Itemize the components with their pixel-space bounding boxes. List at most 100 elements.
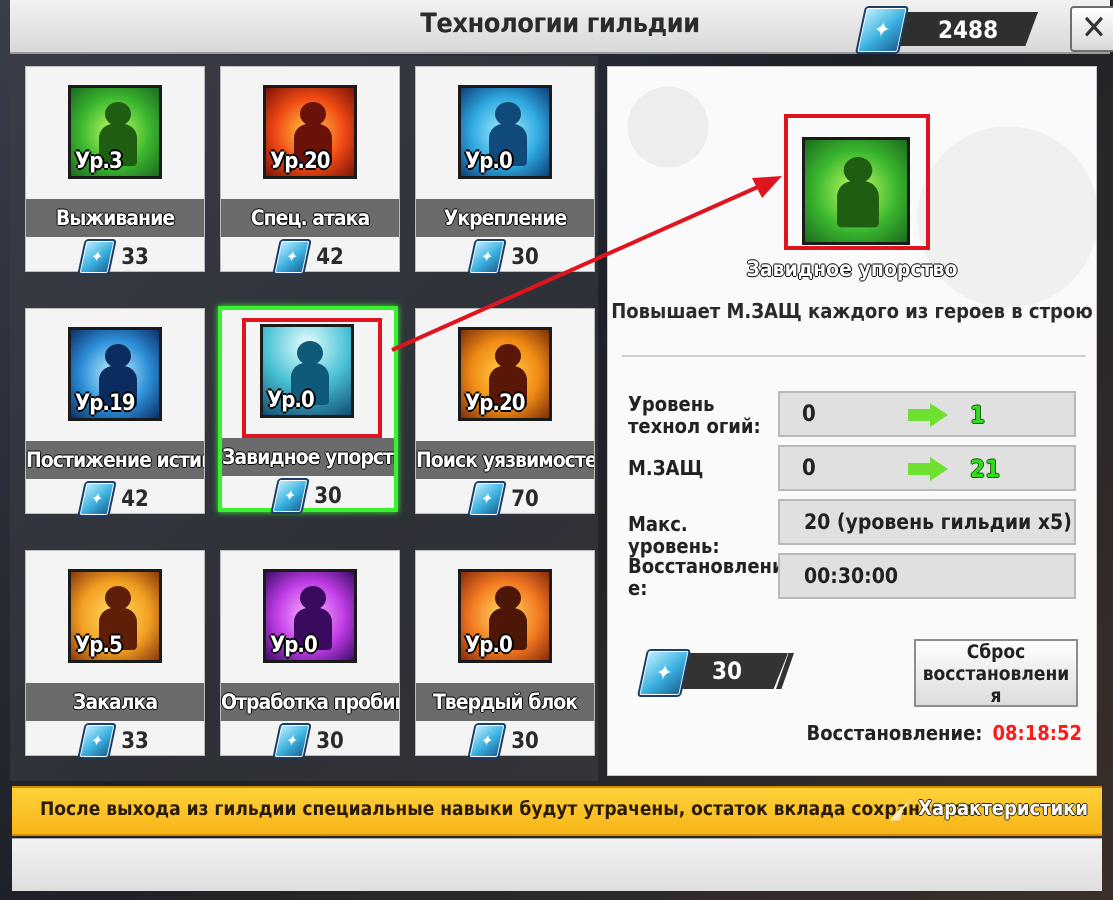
tech-card-solid-block[interactable]: Ур.0 Твердый блок ✦ 30 xyxy=(415,550,595,759)
tech-cost-value: 42 xyxy=(316,244,344,270)
arrow-right-icon xyxy=(908,457,948,481)
tech-cost: ✦ 42 xyxy=(221,239,399,275)
tech-weakness-icon: Ур.20 xyxy=(458,327,552,421)
tech-cost: ✦ 30 xyxy=(222,478,394,514)
stat-box-tech-level: 0 1 xyxy=(778,391,1076,437)
stat-label-tech-level: Уровень технол огий: xyxy=(628,392,761,438)
restore-timer-row: Восстановление: 08:18:52 xyxy=(806,721,1082,745)
stat-current: 0 xyxy=(802,456,816,481)
stat-next: 21 xyxy=(970,455,1001,483)
crystal-icon: ✦ xyxy=(467,723,508,759)
reset-cooldown-label: Сброс восстановлени я xyxy=(922,641,1070,707)
tech-cost: ✦ 42 xyxy=(26,481,204,517)
tech-cost-value: 33 xyxy=(121,244,149,270)
stat-box-max-level: 20 (уровень гильдии x5) xyxy=(778,499,1076,545)
tech-card-survival[interactable]: Ур.3 Выживание ✦ 33 xyxy=(25,66,205,275)
stat-current: 0 xyxy=(802,402,816,427)
currency-value: 2488 xyxy=(938,16,999,44)
stat-max-level-value: 20 (уровень гильдии x5) xyxy=(804,510,1072,534)
tech-cost-value: 30 xyxy=(314,483,342,509)
tech-name: Твердый блок xyxy=(416,683,594,721)
tech-card-temper[interactable]: Ур.5 Закалка ✦ 33 xyxy=(25,550,205,759)
crystal-icon: ✦ xyxy=(467,481,508,517)
currency-display: ✦ 2488 xyxy=(854,6,1044,54)
tech-cost-value: 30 xyxy=(511,244,539,270)
stat-label-mdef: М.ЗАЩ xyxy=(628,456,704,480)
detail-tech-name: Завидное упорство xyxy=(746,257,958,281)
highlight-box xyxy=(242,318,382,438)
tech-name: Спец. атака xyxy=(221,199,399,237)
feather-icon xyxy=(890,798,913,821)
tech-truth-icon: Ур.19 xyxy=(68,327,162,421)
close-button[interactable]: ✕ xyxy=(1070,6,1113,52)
tech-level: Ур.0 xyxy=(465,633,513,658)
title-bar: Технологии гильдии ✦ 2488 ✕ xyxy=(10,0,1113,54)
tech-level: Ур.3 xyxy=(75,149,123,174)
reset-cooldown-button[interactable]: Сброс восстановлени я xyxy=(914,639,1078,707)
tech-fortify-icon: Ур.0 xyxy=(458,85,552,179)
stat-box-cooldown: 00:30:00 xyxy=(778,553,1076,599)
tech-level: Ур.5 xyxy=(75,633,123,658)
crystal-icon: ✦ xyxy=(270,478,311,514)
tech-solid-block-icon: Ур.0 xyxy=(458,569,552,663)
crystal-icon: ✦ xyxy=(77,723,118,759)
restore-timer: 08:18:52 xyxy=(992,721,1082,745)
stat-box-mdef: 0 21 xyxy=(778,445,1076,491)
tech-temper-icon: Ур.5 xyxy=(68,569,162,663)
stat-label-cooldown: Восстановлени е: xyxy=(628,554,785,600)
tech-level: Ур.0 xyxy=(270,633,318,658)
crystal-icon: ✦ xyxy=(467,239,508,275)
stat-cooldown-value: 00:30:00 xyxy=(804,564,898,588)
tech-name: Выживание xyxy=(26,199,204,237)
divider xyxy=(622,355,1086,357)
tech-cost: ✦ 70 xyxy=(416,481,594,517)
tech-cost: ✦ 30 xyxy=(221,723,399,759)
tech-name: Отработка пробивания xyxy=(221,683,399,721)
tech-card-truth[interactable]: Ур.19 Постижение истин ✦ 42 xyxy=(25,308,205,517)
tech-cost: ✦ 30 xyxy=(416,723,594,759)
tech-level: Ур.0 xyxy=(465,149,513,174)
tech-cost-value: 42 xyxy=(121,486,149,512)
crystal-icon: ✦ xyxy=(272,239,313,275)
tech-cost: ✦ 33 xyxy=(26,723,204,759)
crystal-icon: ✦ xyxy=(77,239,118,275)
tech-cost: ✦ 33 xyxy=(26,239,204,275)
tech-cost-value: 30 xyxy=(316,728,344,754)
notice-bar: После выхода из гильдии специальные навы… xyxy=(12,786,1102,836)
tech-name: Закалка xyxy=(26,683,204,721)
tech-special-attack-icon: Ур.20 xyxy=(263,85,357,179)
close-icon: ✕ xyxy=(1081,8,1107,48)
crystal-icon: ✦ xyxy=(854,6,910,54)
tech-survival-icon: Ур.3 xyxy=(68,85,162,179)
tech-level: Ур.19 xyxy=(75,391,135,416)
stat-next: 1 xyxy=(970,401,986,429)
restore-label: Восстановление: xyxy=(806,721,983,745)
tech-card-fortify[interactable]: Ур.0 Укрепление ✦ 30 xyxy=(415,66,595,275)
characteristics-label: Характеристики xyxy=(918,796,1088,820)
crystal-icon: ✦ xyxy=(77,481,118,517)
tech-name: Укрепление xyxy=(416,199,594,237)
tech-name: Поиск уязвимостей xyxy=(416,441,594,479)
tech-cost: ✦ 30 xyxy=(416,239,594,275)
tech-cost-value: 70 xyxy=(511,486,539,512)
detail-description: Повышает М.ЗАЩ каждого из героев в строю xyxy=(611,299,1093,323)
arrow-right-icon xyxy=(908,403,948,427)
tech-cost-value: 33 xyxy=(121,728,149,754)
notice-text: После выхода из гильдии специальные навы… xyxy=(40,798,980,820)
tech-name: Завидное упорство xyxy=(222,438,394,476)
tech-card-penetration[interactable]: Ур.0 Отработка пробивания ✦30 xyxy=(220,550,400,759)
tech-cost-value: 30 xyxy=(511,728,539,754)
stat-label-max-level: Макс. уровень: xyxy=(628,512,720,558)
tech-penetration-icon: Ур.0 xyxy=(263,569,357,663)
tech-card-special-attack[interactable]: Ур.20 Спец. атака ✦ 42 xyxy=(220,66,400,275)
footer-panel xyxy=(12,838,1102,891)
highlight-box-detail xyxy=(784,114,930,250)
upgrade-cost-value: 30 xyxy=(712,657,743,685)
tech-level: Ур.20 xyxy=(465,391,525,416)
upgrade-cost: ✦ 30 xyxy=(636,645,798,701)
tech-level: Ур.20 xyxy=(270,149,330,174)
crystal-icon: ✦ xyxy=(636,649,692,697)
crystal-icon: ✦ xyxy=(272,723,313,759)
characteristics-link[interactable]: Характеристики xyxy=(890,796,1088,821)
tech-card-weakness[interactable]: Ур.20 Поиск уязвимостей ✦ 70 xyxy=(415,308,595,517)
